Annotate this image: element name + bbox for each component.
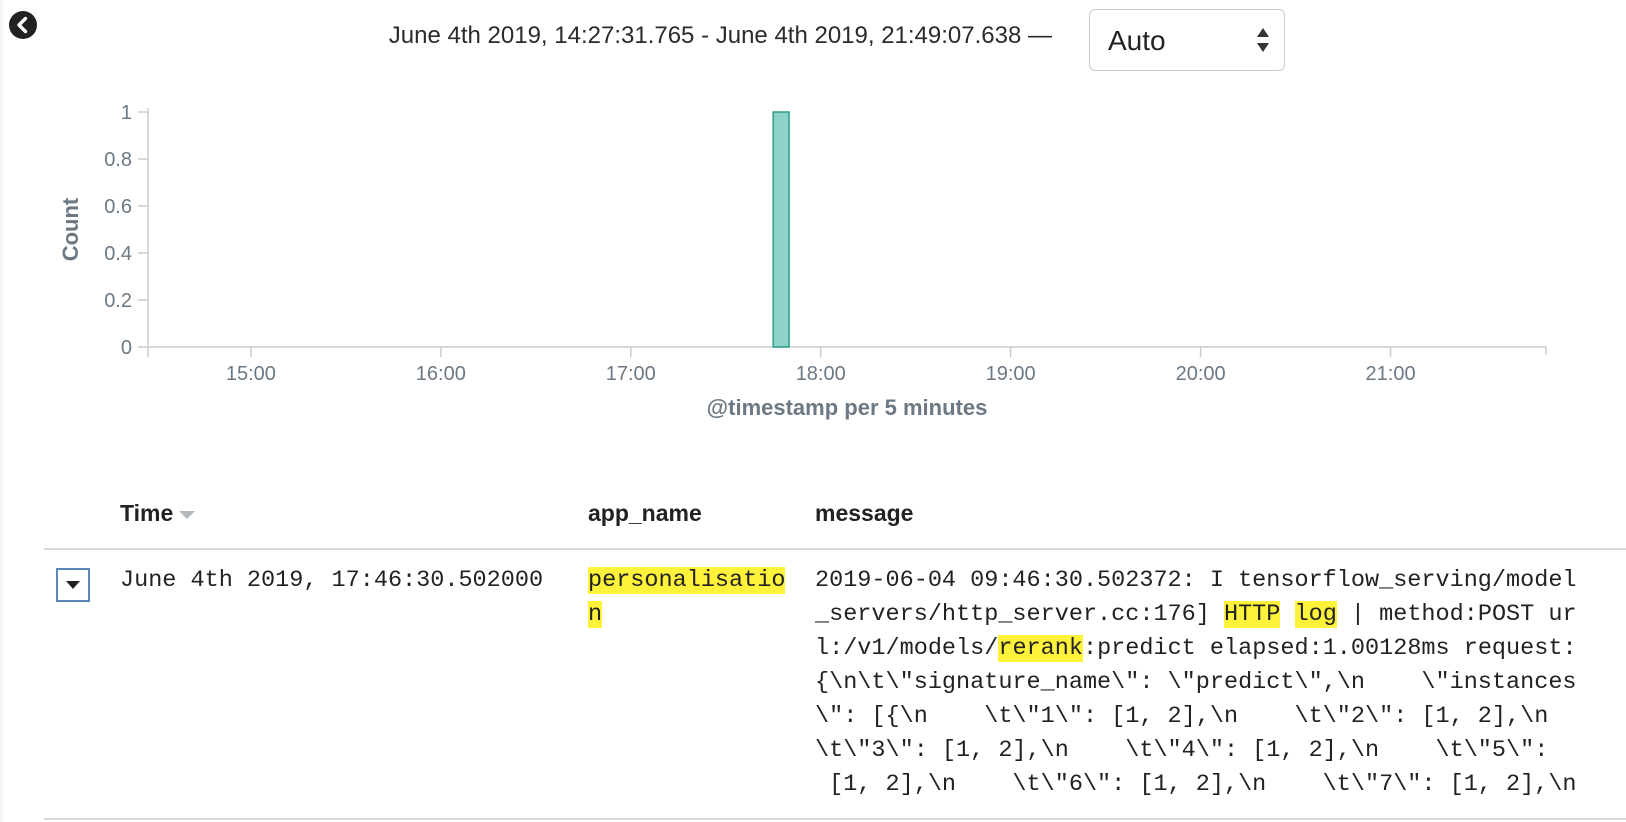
- y-axis: 0 0.2 0.4 0.6 0.8 1: [104, 102, 149, 359]
- message-text: [1280, 601, 1294, 628]
- bars: [772, 111, 790, 348]
- up-down-arrows-icon: [1257, 28, 1269, 52]
- message-text: _servers/http_server.cc:176]: [815, 601, 1224, 628]
- time-range-label[interactable]: June 4th 2019, 14:27:31.765 - June 4th 2…: [300, 22, 1052, 50]
- table-row: June 4th 2019, 17:46:30.502000 personali…: [44, 548, 1626, 822]
- cell-app-name: personalisation: [588, 564, 793, 632]
- x-axis: 15:00 16:00 17:00 18:00 19:00 20:00 21:00: [148, 346, 1547, 385]
- table-header: Time app_name message: [44, 498, 1626, 550]
- x-tick-label: 21:00: [1366, 363, 1416, 385]
- message-line: \t\"3\": [1, 2],\n \t\"4\": [1, 2],\n \t…: [815, 737, 1549, 764]
- y-tick-label: 0: [121, 337, 132, 359]
- x-tick-label: 18:00: [796, 363, 846, 385]
- interval-select[interactable]: Auto: [1089, 9, 1285, 71]
- sort-caret-icon[interactable]: [179, 511, 196, 519]
- back-chevron-icon[interactable]: [9, 11, 37, 39]
- y-tick-label: 1: [121, 102, 132, 124]
- y-tick-label: 0.8: [104, 149, 132, 171]
- message-text: l:/v1/models/: [815, 635, 999, 662]
- column-header-message[interactable]: message: [815, 500, 913, 527]
- column-header-app-name[interactable]: app_name: [588, 500, 702, 527]
- column-header-time[interactable]: Time: [120, 500, 196, 527]
- highlight-rerank: rerank: [998, 635, 1083, 662]
- message-line: \": [{\n \t\"1\": [1, 2],\n \t\"2\": [1,…: [815, 703, 1549, 730]
- x-axis-label: @timestamp per 5 minutes: [707, 395, 988, 420]
- y-axis-label: Count: [58, 197, 83, 261]
- interval-select-value: Auto: [1108, 25, 1166, 56]
- y-tick-label: 0.2: [104, 290, 132, 312]
- cell-message: 2019-06-04 09:46:30.502372: I tensorflow…: [815, 564, 1605, 802]
- message-line: {\n\t\"signature_name\": \"predict\",\n …: [815, 669, 1577, 696]
- message-line: _servers/http_server.cc:176] HTTP log | …: [815, 598, 1605, 632]
- message-text: :predict elapsed:1.00128ms request:: [1082, 635, 1577, 662]
- highlight-http: HTTP: [1223, 601, 1281, 628]
- caret-down-icon: [66, 581, 80, 589]
- x-tick-label: 15:00: [226, 363, 276, 385]
- message-line: [1, 2],\n \t\"6\": [1, 2],\n \t\"7\": [1…: [815, 771, 1577, 798]
- cell-time: June 4th 2019, 17:46:30.502000: [120, 567, 544, 594]
- message-text: | method:POST ur: [1336, 601, 1577, 628]
- x-tick-label: 17:00: [606, 363, 656, 385]
- column-header-time-label: Time: [120, 500, 174, 526]
- message-line: 2019-06-04 09:46:30.502372: I tensorflow…: [815, 567, 1577, 594]
- row-expand-toggle[interactable]: [56, 568, 90, 602]
- x-tick-label: 16:00: [416, 363, 466, 385]
- y-tick-label: 0.6: [104, 196, 132, 218]
- histogram-chart: 0 0.2 0.4 0.6 0.8 1 15:00 16:00 17:00 18:00 19:00…: [58, 102, 1547, 420]
- highlighted-app-name: personalisation: [588, 567, 786, 628]
- x-tick-label: 19:00: [986, 363, 1036, 385]
- x-tick-label: 20:00: [1176, 363, 1226, 385]
- y-tick-label: 0.4: [104, 243, 132, 265]
- row-divider: [44, 818, 1626, 820]
- histogram-bar: [772, 111, 790, 348]
- message-line: l:/v1/models/rerank:predict elapsed:1.00…: [815, 632, 1605, 666]
- highlight-log: log: [1294, 601, 1337, 628]
